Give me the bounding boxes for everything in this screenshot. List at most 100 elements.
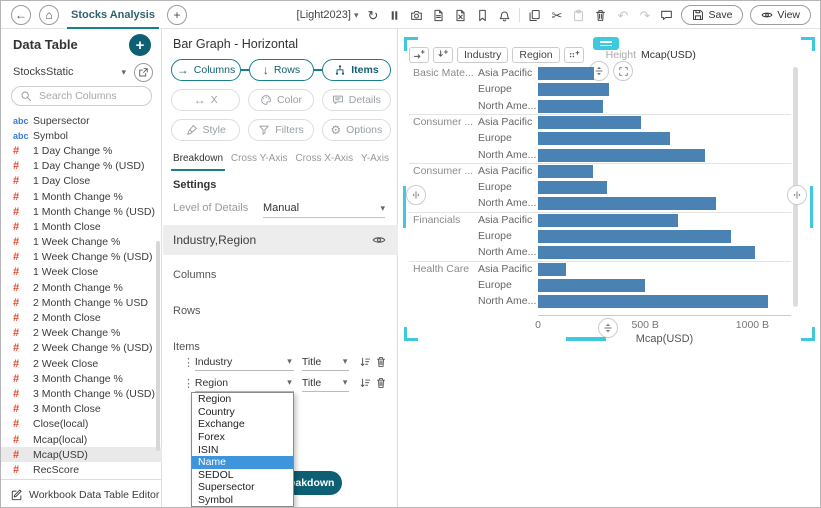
export-excel-icon[interactable] [453,6,468,24]
height-field-select[interactable]: Mcap(USD) [641,49,696,61]
column-list-item[interactable]: #2 Month Change % [1,280,162,295]
bar-healthcare-northame[interactable] [538,295,768,308]
column-list-item[interactable]: #2 Month Change % USD [1,295,162,310]
notifications-icon[interactable] [497,6,512,24]
column-list-item[interactable]: #1 Month Close [1,219,162,234]
comment-icon[interactable] [659,6,674,24]
selection-corner-top-left[interactable] [404,37,418,51]
dropdown-option-exchange[interactable]: Exchange [192,418,293,431]
open-data-table-button[interactable] [134,63,153,82]
tab-stocks-analysis[interactable]: Stocks Analysis [67,1,159,29]
column-list-item[interactable]: #1 Month Change % [1,189,162,204]
bar-basicmate-asiapacific[interactable] [538,67,594,80]
selection-corner-bottom-left[interactable] [404,327,418,341]
search-input[interactable] [37,89,143,103]
view-button[interactable]: View [750,5,811,25]
bar-consumer-northame[interactable] [538,197,716,210]
column-list-item[interactable]: #1 Week Close [1,265,162,280]
x-button[interactable]: ↔X [171,89,240,111]
bar-financials-asiapacific[interactable] [538,214,678,227]
breakdown-chip-industry[interactable]: Industry [457,47,508,63]
column-list-item[interactable]: #3 Month Close [1,402,162,417]
selection-edge-left[interactable] [403,186,406,228]
details-button[interactable]: Details [322,89,391,111]
x-axis-title[interactable]: Mcap(USD) [636,333,693,345]
column-list-item[interactable]: #1 Day Close [1,174,162,189]
color-button[interactable]: Color [248,89,313,111]
home-button[interactable]: ⌂ [39,5,59,25]
bar-consumer-europe[interactable] [538,181,607,194]
dropdown-option-sedol[interactable]: SEDOL [192,469,293,482]
column-list-item[interactable]: abcSymbol [1,128,162,143]
bar-healthcare-asiapacific[interactable] [538,263,566,276]
column-list-item[interactable]: #1 Day Change % (USD) [1,159,162,174]
workbook-theme-select[interactable]: [Light2023] ▾ [297,9,359,21]
filters-button[interactable]: Filters [248,119,313,141]
style-button[interactable]: Style [171,119,240,141]
sort-button[interactable] [357,375,373,391]
widget-drag-handle[interactable] [593,37,619,50]
selection-corner-bottom-right[interactable] [801,327,815,341]
copy-icon[interactable] [527,6,542,24]
collapse-left-splitter-button[interactable] [406,185,426,205]
level-of-details-select[interactable]: Manual ▾ [263,199,385,218]
column-list-item[interactable]: #1 Month Change % (USD) [1,204,162,219]
bar-consumer-asiapacific[interactable] [538,165,593,178]
bar-financials-northame[interactable] [538,246,755,259]
column-list-item[interactable]: #1 Day Change % [1,143,162,158]
workbook-data-table-editor[interactable]: Workbook Data Table Editor [1,479,162,508]
bar-basicmate-europe[interactable] [538,83,609,96]
column-list-item[interactable]: #Mcap(local) [1,432,162,447]
column-list-item[interactable]: #2 Month Close [1,310,162,325]
data-table-select[interactable]: StocksStatic [13,66,121,78]
drag-handle-icon[interactable]: ⋮ [183,377,195,390]
item-field-select[interactable]: Industry▾ [195,354,294,371]
column-list-item[interactable]: #Close(local) [1,417,162,432]
snapshot-icon[interactable] [409,6,424,24]
column-list-item[interactable]: #1 Week Change % (USD) [1,250,162,265]
tab-cross-y-axis[interactable]: Cross Y-Axis [231,153,288,171]
column-list-item[interactable]: #2 Week Close [1,356,162,371]
tab-cross-x-axis[interactable]: Cross X-Axis [295,153,353,171]
distribute-columns-button[interactable] [598,318,618,338]
dropdown-option-isin[interactable]: ISIN [192,443,293,456]
item-display-select[interactable]: Title▾ [302,354,350,371]
eye-icon[interactable] [372,233,386,247]
sort-button[interactable] [357,354,373,370]
refresh-icon[interactable]: ↻ [365,6,380,24]
column-list-item[interactable]: #RecScore [1,462,162,477]
breakdown-chip-region[interactable]: Region [512,47,559,63]
add-row-breakdown-button[interactable] [433,47,453,63]
column-list-item[interactable]: #Mcap(USD) [1,447,162,462]
bar-healthcare-europe[interactable] [538,279,645,292]
delete-icon[interactable] [593,6,608,24]
bookmark-icon[interactable] [475,6,490,24]
back-button[interactable]: ← [11,5,31,25]
tab-y-axis[interactable]: Y-Axis [361,153,389,171]
bar-basicmate-northame[interactable] [538,100,603,113]
column-list-item[interactable]: #3 Month Change % (USD) [1,386,162,401]
column-list-item[interactable]: #3 Month Change % [1,371,162,386]
item-field-select[interactable]: Region▾ [195,375,294,392]
export-pdf-icon[interactable] [431,6,446,24]
column-list-item[interactable]: abcSupersector [1,113,162,128]
shelf-columns-button[interactable]: →Columns [171,59,241,81]
dropdown-option-symbol[interactable]: Symbol [192,494,293,507]
dropdown-option-country[interactable]: Country [192,406,293,419]
column-list-item[interactable]: #2 Week Change % [1,326,162,341]
item-display-select[interactable]: Title▾ [302,375,350,392]
bar-financials-europe[interactable] [538,230,731,243]
dropdown-option-region[interactable]: Region [192,393,293,406]
add-data-table-button[interactable]: + [129,34,151,56]
tab-breakdown[interactable]: Breakdown [173,153,223,171]
bar-consumer-asiapacific[interactable] [538,116,641,129]
selection-edge-bottom[interactable] [566,337,606,341]
bar-consumer-northame[interactable] [538,149,705,162]
remove-item-button[interactable] [373,354,389,370]
bar-consumer-europe[interactable] [538,132,670,145]
shelf-items-button[interactable]: Items [322,59,391,81]
drag-handle-icon[interactable]: ⋮ [183,356,195,369]
add-breakdown-level-button[interactable] [564,47,584,63]
shelf-rows-button[interactable]: ↓Rows [249,59,314,81]
collapse-right-splitter-button[interactable] [787,185,807,205]
